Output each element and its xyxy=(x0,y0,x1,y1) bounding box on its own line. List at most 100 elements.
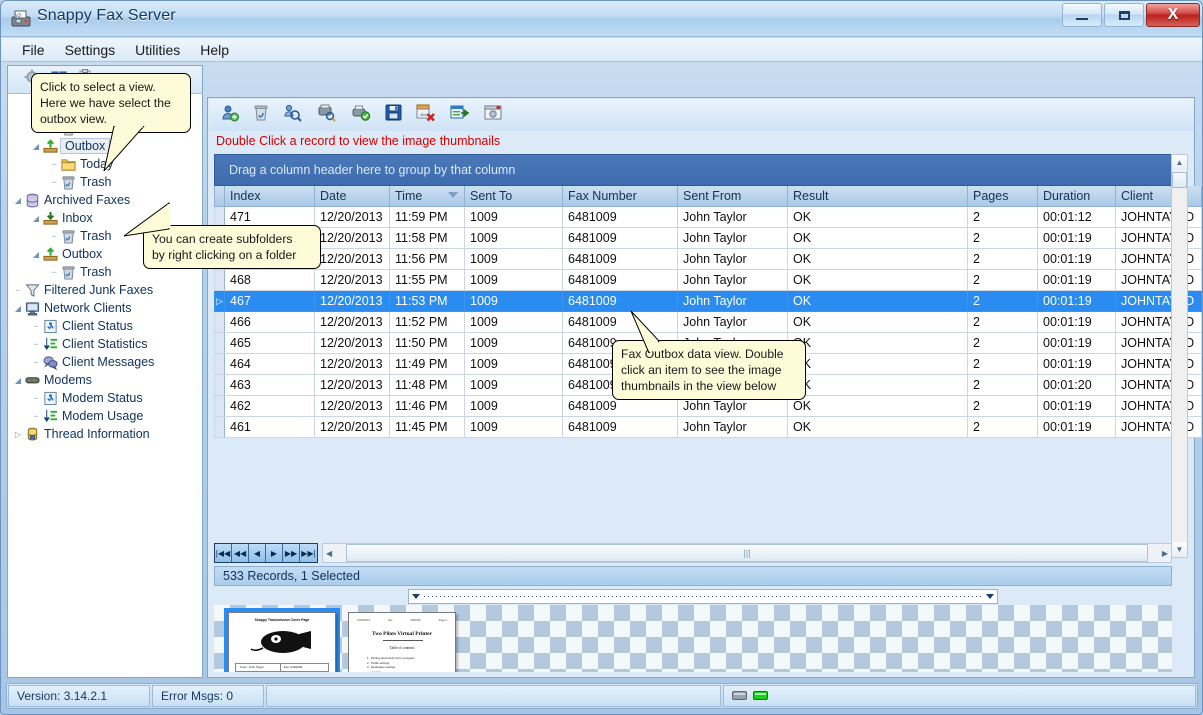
tree-item-label: Inbox xyxy=(62,211,93,225)
callout-3-line-3: thumbnails in the view below xyxy=(621,379,777,393)
view-selector-callout: Click to select a view. Here we have sel… xyxy=(31,73,191,133)
tree-item-modem-usage[interactable]: ┈ Modem Usage xyxy=(8,407,202,425)
expander-icon[interactable]: ◢ xyxy=(30,214,42,223)
grid-vertical-scrollbar[interactable]: ▲ ▼ xyxy=(1171,154,1188,558)
hscroll-left-arrow[interactable]: ◀ xyxy=(323,549,332,558)
prev-page-button[interactable]: ◀◀ xyxy=(232,544,249,562)
add-contact-icon[interactable] xyxy=(221,104,239,127)
column-header-sent-from[interactable]: Sent From xyxy=(677,186,788,207)
cell-index: 467 xyxy=(224,290,315,312)
close-button[interactable]: X xyxy=(1146,3,1200,27)
minimize-button[interactable] xyxy=(1062,3,1102,27)
thumbnail-page-2: 12/20/2013 Fax 6481009 Page 2 Two Pilots Vi… xyxy=(348,612,456,672)
chevron-down-icon-left[interactable] xyxy=(412,594,420,599)
cell-date: 12/20/2013 xyxy=(314,206,390,228)
cell-fax-number: 6481009 xyxy=(562,269,678,291)
funnel-filter-icon xyxy=(24,283,41,298)
column-header-result[interactable]: Result xyxy=(787,186,968,207)
expander-icon[interactable]: ▷ xyxy=(12,430,24,439)
tree-item-thread-information[interactable]: ▷ Thread Information xyxy=(8,425,202,443)
tree-item-client-status[interactable]: ┈ Client Status xyxy=(8,317,202,335)
hscroll-thumb[interactable]: ||| xyxy=(346,544,1148,562)
thumbnail-pane[interactable]: Snappy Transmission Cover Page From: Joh… xyxy=(214,605,1172,672)
screenshot-icon[interactable] xyxy=(484,104,502,127)
expander-icon[interactable]: ◢ xyxy=(30,250,42,259)
tree-connector: ┈ xyxy=(51,267,57,277)
inbox-down-icon xyxy=(42,211,59,226)
next-page-button[interactable]: ▶▶ xyxy=(283,544,300,562)
print-ok-icon[interactable] xyxy=(351,104,371,127)
table-row[interactable]: 47012/20/201311:58 PM10096481009John Tay… xyxy=(214,227,1202,249)
tree-item-modems[interactable]: ◢ Modems xyxy=(8,371,202,389)
thumbnail-item-2[interactable]: 12/20/2013 Fax 6481009 Page 2 Two Pilots Vi… xyxy=(344,608,460,672)
empty-trash-icon[interactable] xyxy=(253,104,269,127)
chevron-down-icon-right[interactable] xyxy=(986,594,994,599)
thumbnail-filter-strip[interactable] xyxy=(408,589,998,604)
menu-utilities[interactable]: Utilities xyxy=(126,39,189,61)
tree-item-network-clients[interactable]: ◢ Network Clients xyxy=(8,299,202,317)
app-window: v3 Snappy Fax Server X File Settings Uti… xyxy=(0,0,1203,715)
svg-text:v3: v3 xyxy=(16,13,22,19)
expander-icon[interactable]: ◢ xyxy=(12,304,24,313)
cell-pages: 2 xyxy=(967,416,1038,438)
column-header-duration[interactable]: Duration xyxy=(1037,186,1116,207)
cell-sent-to: 1009 xyxy=(464,353,563,375)
delete-image-icon[interactable] xyxy=(416,104,436,127)
tree-item-client-statistics[interactable]: ┈ Client Statistics xyxy=(8,335,202,353)
tree-item-modem-status[interactable]: ┈ Modem Status xyxy=(8,389,202,407)
record-navigator: |◀◀ ◀◀ ◀ ▶ ▶▶ ▶▶| ◀ ||| ▶ xyxy=(214,542,1172,564)
scroll-thumb[interactable] xyxy=(1172,172,1187,188)
maximize-button[interactable] xyxy=(1104,3,1144,27)
expander-icon[interactable]: ◢ xyxy=(12,376,24,385)
save-disk-icon[interactable] xyxy=(385,104,402,126)
column-header-sent-to[interactable]: Sent To xyxy=(464,186,563,207)
cell-date: 12/20/2013 xyxy=(314,416,390,438)
column-header-fax-number[interactable]: Fax Number xyxy=(562,186,678,207)
cell-pages: 2 xyxy=(967,227,1038,249)
table-row[interactable]: 46912/20/201311:56 PM10096481009John Tay… xyxy=(214,248,1202,270)
tree-connector: ┈ xyxy=(33,339,39,349)
cell-result: OK xyxy=(787,395,968,417)
double-click-hint: Double Click a record to view the image … xyxy=(216,134,501,148)
row-indicator xyxy=(214,374,225,396)
next-record-button[interactable]: ▶ xyxy=(266,544,283,562)
preview-search-icon[interactable] xyxy=(317,104,337,127)
group-by-bar[interactable]: Drag a column header here to group by th… xyxy=(214,154,1172,186)
first-record-button[interactable]: |◀◀ xyxy=(215,544,232,562)
hscroll-right-arrow[interactable]: ▶ xyxy=(1162,549,1171,558)
menu-file[interactable]: File xyxy=(13,39,54,61)
cell-date: 12/20/2013 xyxy=(314,395,390,417)
menu-settings[interactable]: Settings xyxy=(56,39,125,61)
table-row[interactable]: 461 12/20/2013 11:45 PM 1009 6481009 John Tay… xyxy=(214,416,1202,438)
export-record-icon[interactable] xyxy=(450,104,470,127)
cell-time: 11:52 PM xyxy=(389,311,465,333)
tree-item-client-messages[interactable]: ┈ Client Messages xyxy=(8,353,202,371)
scroll-down-arrow[interactable]: ▼ xyxy=(1172,542,1187,557)
column-header-client[interactable]: Client xyxy=(1115,186,1202,207)
column-header-pages[interactable]: Pages xyxy=(967,186,1038,207)
cell-duration: 00:01:19 xyxy=(1037,395,1116,417)
tree-item-label: Client Messages xyxy=(62,355,155,369)
trash-recycle-icon xyxy=(60,175,77,190)
scroll-up-arrow[interactable]: ▲ xyxy=(1172,155,1187,170)
expander-icon[interactable]: ◢ xyxy=(12,196,24,205)
table-row[interactable]: 466 12/20/2013 11:52 PM 1009 6481009 John Tay… xyxy=(214,311,1202,333)
menu-help[interactable]: Help xyxy=(191,39,238,61)
tree-item-filtered-junk-faxes[interactable]: ┈ Filtered Junk Faxes xyxy=(8,281,202,299)
expander-icon[interactable]: ◢ xyxy=(30,142,42,151)
table-row[interactable]: ▷ 467 12/20/2013 11:53 PM 1009 6481009 John Ta… xyxy=(214,290,1202,312)
grid-horizontal-scrollbar[interactable]: ◀ ||| ▶ xyxy=(322,543,1172,563)
thumbnail-item-1[interactable]: Snappy Transmission Cover Page From: Joh… xyxy=(224,608,340,672)
tree-item-trash[interactable]: ┈ Trash xyxy=(8,173,202,191)
column-header-time[interactable]: Time xyxy=(389,186,465,207)
column-header-index[interactable]: Index xyxy=(224,186,315,207)
table-row[interactable]: 468 12/20/2013 11:55 PM 1009 6481009 John Tay… xyxy=(214,269,1202,291)
last-record-button[interactable]: ▶▶| xyxy=(300,544,317,562)
cell-pages: 2 xyxy=(967,290,1038,312)
prev-record-button[interactable]: ◀ xyxy=(249,544,266,562)
table-row[interactable]: 471 12/20/2013 11:59 PM 1009 6481009 John Tay… xyxy=(214,206,1202,228)
messages-icon xyxy=(42,355,59,370)
column-header-date[interactable]: Date xyxy=(314,186,390,207)
find-duplicates-icon[interactable] xyxy=(283,104,303,127)
cell-sent-to: 1009 xyxy=(464,227,563,249)
